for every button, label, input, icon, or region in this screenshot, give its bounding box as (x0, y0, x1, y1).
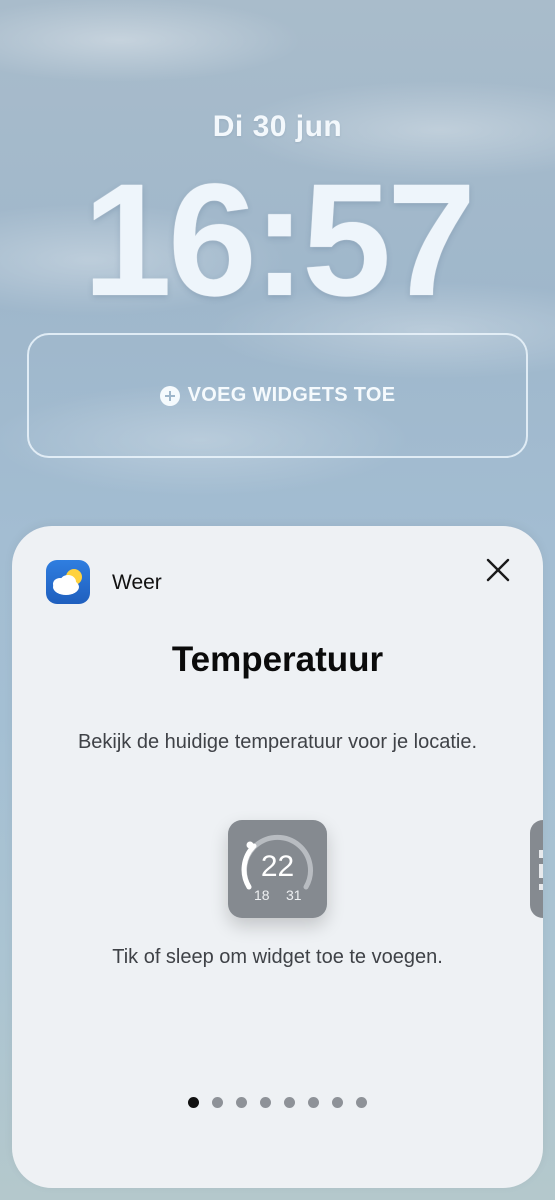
page-dot[interactable] (260, 1097, 271, 1108)
close-button[interactable] (482, 554, 514, 586)
widget-hint: Tik of sleep om widget toe te voegen. (112, 946, 443, 968)
widget-description: Bekijk de huidige temperatuur voor je lo… (77, 731, 478, 753)
next-widget-preview[interactable] (530, 820, 543, 918)
page-dot[interactable] (212, 1097, 223, 1108)
close-icon (486, 558, 510, 582)
add-widgets-label: VOEG WIDGETS TOE (187, 384, 396, 406)
high-temperature: 31 (286, 887, 302, 903)
current-temperature: 22 (260, 850, 295, 883)
temperature-widget-preview[interactable]: 22 18 31 (228, 820, 327, 918)
lock-date: Di 30 jun (212, 110, 343, 143)
widget-peek-mark (539, 850, 543, 858)
widget-peek-mark (539, 864, 543, 878)
low-temperature: 18 (254, 887, 270, 903)
page-indicator[interactable] (12, 1097, 543, 1108)
page-dot[interactable] (356, 1097, 367, 1108)
page-dot[interactable] (308, 1097, 319, 1108)
lock-clock[interactable]: 16:57 (0, 160, 555, 320)
app-name: Weer (112, 571, 162, 594)
widget-title: Temperatuur (171, 640, 384, 679)
page-dot[interactable] (332, 1097, 343, 1108)
page-dot[interactable] (236, 1097, 247, 1108)
weather-app-icon (46, 560, 90, 604)
page-dot[interactable] (284, 1097, 295, 1108)
widget-peek-mark (539, 884, 543, 890)
add-widgets-slot[interactable]: VOEG WIDGETS TOE (27, 333, 528, 458)
plus-circle-icon (159, 385, 180, 406)
widget-sheet: Weer Temperatuur Bekijk de huidige tempe… (12, 526, 543, 1188)
page-dot[interactable] (188, 1097, 199, 1108)
